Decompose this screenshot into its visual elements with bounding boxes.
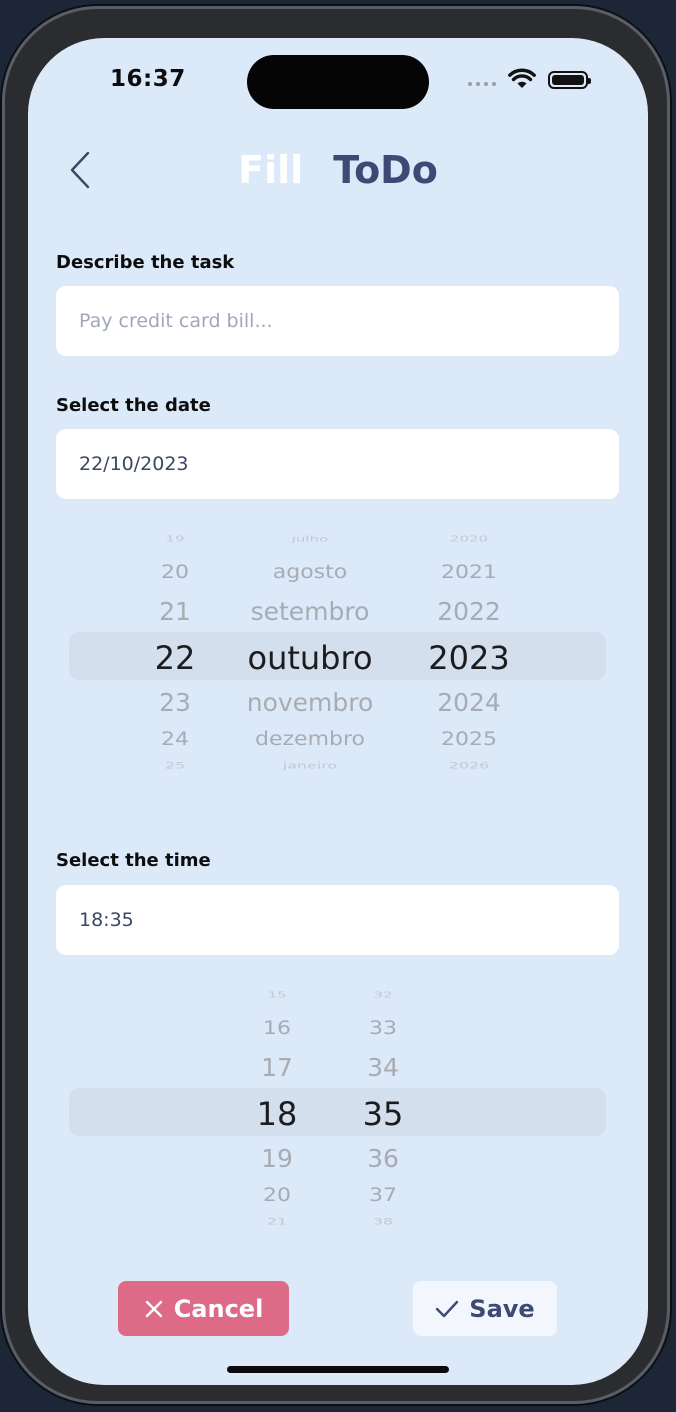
title-todo: ToDo <box>333 148 438 192</box>
day-option[interactable]: 25 <box>125 760 225 770</box>
hour-option[interactable]: 17 <box>227 1053 327 1082</box>
day-option[interactable]: 22 <box>125 639 225 677</box>
hour-option[interactable]: 19 <box>227 1144 327 1173</box>
minute-option[interactable]: 32 <box>333 990 433 1000</box>
year-option[interactable]: 2024 <box>419 688 519 717</box>
minute-option[interactable]: 36 <box>333 1144 433 1173</box>
task-label: Describe the task <box>56 252 235 273</box>
day-option[interactable]: 21 <box>125 597 225 626</box>
year-option[interactable]: 2026 <box>419 760 519 770</box>
minute-option[interactable]: 33 <box>333 1018 433 1039</box>
hour-option[interactable]: 16 <box>227 1018 327 1039</box>
year-option[interactable]: 2022 <box>419 597 519 626</box>
cancel-button[interactable]: Cancel <box>118 1281 289 1336</box>
title-fill: Fill <box>238 148 304 192</box>
wifi-icon <box>508 68 536 88</box>
date-picker[interactable]: 19 20 21 22 23 24 25 julho agosto setembro outubr… <box>69 526 606 786</box>
day-option[interactable]: 19 <box>125 534 225 544</box>
day-option[interactable]: 24 <box>125 729 225 750</box>
time-picker[interactable]: 15 16 17 18 19 20 21 32 33 34 35 36 37 38 <box>69 982 606 1242</box>
month-option[interactable]: setembro <box>235 597 385 626</box>
month-option[interactable]: julho <box>235 534 385 544</box>
save-label: Save <box>469 1294 535 1323</box>
day-option[interactable]: 23 <box>125 688 225 717</box>
year-option[interactable]: 2025 <box>419 729 519 750</box>
month-option[interactable]: janeiro <box>235 760 385 770</box>
phone-frame: 16:37 Fill ToDo Describe the task Pay cre… <box>2 6 670 1404</box>
month-option[interactable]: agosto <box>235 562 385 583</box>
month-option[interactable]: novembro <box>235 688 385 717</box>
year-option[interactable]: 2021 <box>419 562 519 583</box>
date-label: Select the date <box>56 395 211 416</box>
day-option[interactable]: 20 <box>125 562 225 583</box>
hour-option[interactable]: 18 <box>227 1095 327 1133</box>
home-indicator <box>227 1366 449 1373</box>
cancel-label: Cancel <box>173 1294 264 1323</box>
status-icons <box>468 68 598 94</box>
checkmark-icon <box>435 1299 459 1319</box>
year-option[interactable]: 2020 <box>419 534 519 544</box>
hour-option[interactable]: 15 <box>227 990 327 1000</box>
minute-option[interactable]: 37 <box>333 1185 433 1206</box>
minute-option[interactable]: 35 <box>333 1095 433 1133</box>
battery-icon <box>548 71 591 89</box>
cellular-signal-icon <box>468 82 496 86</box>
dynamic-island <box>247 55 429 109</box>
month-option[interactable]: dezembro <box>235 729 385 750</box>
close-icon <box>144 1299 164 1319</box>
hour-option[interactable]: 21 <box>227 1216 327 1226</box>
date-field[interactable]: 22/10/2023 <box>56 429 619 499</box>
time-label: Select the time <box>56 850 211 871</box>
app-screen: 16:37 Fill ToDo Describe the task Pay cre… <box>28 38 648 1385</box>
save-button[interactable]: Save <box>413 1281 557 1336</box>
minute-option[interactable]: 38 <box>333 1216 433 1226</box>
hour-option[interactable]: 20 <box>227 1185 327 1206</box>
minute-option[interactable]: 34 <box>333 1053 433 1082</box>
task-input[interactable]: Pay credit card bill... <box>56 286 619 356</box>
page-title: Fill ToDo <box>28 148 648 192</box>
year-option[interactable]: 2023 <box>419 639 519 677</box>
status-time: 16:37 <box>110 66 186 92</box>
month-option[interactable]: outubro <box>235 639 385 677</box>
time-field[interactable]: 18:35 <box>56 885 619 955</box>
